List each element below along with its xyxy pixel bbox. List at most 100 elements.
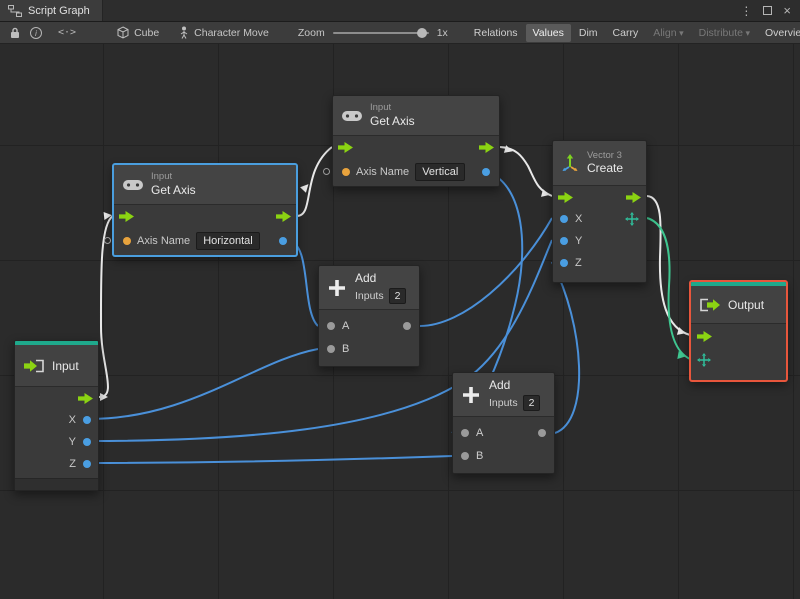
values-button[interactable]: Values <box>525 23 571 42</box>
carry-button[interactable]: Carry <box>606 24 646 42</box>
inputs-count-field[interactable]: 2 <box>388 288 407 304</box>
close-icon[interactable] <box>783 3 791 18</box>
lock-icon[interactable] <box>10 27 20 39</box>
graph-canvas[interactable]: Input Get Axis Axis Name Vertical Input … <box>0 44 800 599</box>
node-footer <box>15 478 98 490</box>
plus-icon <box>461 385 481 405</box>
distribute-dropdown[interactable]: Distribute <box>692 24 757 42</box>
gamepad-icon <box>342 110 362 122</box>
node-title: Add <box>355 271 377 285</box>
port-a-input[interactable] <box>327 321 335 330</box>
node-add-bottom[interactable]: Add Inputs 2 A B <box>452 372 555 474</box>
tab-script-graph[interactable]: Script Graph <box>0 0 103 21</box>
axis-name-label: Axis Name <box>137 235 191 247</box>
x-label: X <box>575 213 583 225</box>
wire-addtop-sum-to-vector3-x[interactable] <box>419 217 553 327</box>
axis-value-output-port[interactable] <box>482 168 490 176</box>
node-vector3-create[interactable]: Vector 3 Create X Y Z <box>552 140 647 283</box>
node-get-axis-horizontal[interactable]: Input Get Axis Axis Name Horizontal <box>104 164 297 256</box>
sum-output-port[interactable] <box>538 428 546 437</box>
control-in-port[interactable] <box>697 330 712 342</box>
maximize-icon[interactable] <box>763 6 773 15</box>
node-graph-output[interactable]: Output <box>690 281 787 381</box>
zoom-value: 1x <box>436 26 448 39</box>
port-b-input[interactable] <box>461 451 469 460</box>
plus-icon <box>327 278 347 298</box>
breadcrumb-object-button[interactable]: Cube <box>110 24 166 41</box>
node-title: Get Axis <box>370 113 415 128</box>
node-graph-input[interactable]: Input X Y Z <box>14 340 99 491</box>
gamepad-icon <box>123 179 143 191</box>
z-label: Z <box>575 257 582 269</box>
unconnected-port-ring <box>104 237 111 244</box>
node-title: Output <box>728 297 765 312</box>
control-in-port[interactable] <box>338 141 353 153</box>
axis-name-field[interactable]: Horizontal <box>196 232 260 250</box>
control-out-port[interactable] <box>78 392 93 404</box>
breadcrumb-object-label: Cube <box>134 26 160 39</box>
graph-output-icon <box>699 298 721 312</box>
zoom-label: Zoom <box>297 26 325 39</box>
x-output-port[interactable] <box>83 416 91 424</box>
x-label: X <box>68 414 76 426</box>
wire-inputx-to-addtop-b[interactable] <box>88 348 319 420</box>
zoom-slider[interactable] <box>332 27 429 38</box>
breadcrumb: Cube Character Move <box>110 24 276 41</box>
control-out-port[interactable] <box>626 191 641 203</box>
port-a-input[interactable] <box>461 428 469 437</box>
control-out-port[interactable] <box>479 141 494 153</box>
axis-name-input-port[interactable] <box>342 168 350 176</box>
overview-button[interactable]: Overview <box>758 24 800 42</box>
relations-button[interactable]: Relations <box>467 24 525 42</box>
y-output-port[interactable] <box>83 438 91 446</box>
script-graph-icon <box>8 4 22 17</box>
unconnected-port-ring <box>323 168 330 175</box>
y-label: Y <box>68 436 76 448</box>
graph-toolbar: Cube Character Move Zoom 1x Relations Va… <box>0 22 800 44</box>
node-category: Input <box>370 102 392 114</box>
character-icon <box>179 26 189 39</box>
node-title: Create <box>587 161 624 176</box>
align-dropdown[interactable]: Align <box>646 24 690 42</box>
control-out-port[interactable] <box>276 210 291 222</box>
axis-value-output-port[interactable] <box>279 237 287 245</box>
node-get-axis-vertical[interactable]: Input Get Axis Axis Name Vertical <box>323 95 500 187</box>
y-input-port[interactable] <box>560 237 568 245</box>
wire-vector3-to-output-value[interactable] <box>646 217 691 360</box>
port-b-input[interactable] <box>327 344 335 353</box>
graph-input-icon <box>23 359 45 373</box>
axis-name-input-port[interactable] <box>123 237 131 245</box>
z-label: Z <box>69 458 76 470</box>
wire-addbottom-sum-to-vector3-z[interactable] <box>551 261 581 434</box>
z-output-port[interactable] <box>83 460 91 468</box>
node-category: Vector 3 <box>587 149 622 161</box>
breadcrumb-graph-button[interactable]: Character Move <box>172 24 276 41</box>
tab-title: Script Graph <box>28 4 90 17</box>
node-title: Input <box>52 358 79 373</box>
control-in-port[interactable] <box>558 191 573 203</box>
inputs-count-field[interactable]: 2 <box>522 395 541 411</box>
node-add-top[interactable]: Add Inputs 2 A B <box>318 265 420 367</box>
vector3-input-port[interactable] <box>697 353 711 367</box>
axis-name-label: Axis Name <box>356 166 410 178</box>
sum-output-port[interactable] <box>403 321 411 330</box>
x-input-port[interactable] <box>560 215 568 223</box>
control-in-port[interactable] <box>119 210 134 222</box>
zoom-slider-handle[interactable] <box>416 27 427 38</box>
port-b-label: B <box>476 449 484 462</box>
port-b-label: B <box>342 342 350 355</box>
y-label: Y <box>575 235 583 247</box>
port-a-label: A <box>342 319 350 332</box>
z-input-port[interactable] <box>560 259 568 267</box>
wire-control-horizontal-to-vertical[interactable] <box>296 146 333 217</box>
dim-button[interactable]: Dim <box>572 24 605 42</box>
port-a-label: A <box>476 426 484 439</box>
window-tab-bar: Script Graph <box>0 0 800 22</box>
vector3-output-port[interactable] <box>625 212 639 226</box>
axis-name-field[interactable]: Vertical <box>415 163 466 181</box>
wire-inputz-to-addbottom-b[interactable] <box>88 455 453 464</box>
node-title: Add <box>489 378 511 392</box>
kebab-menu-icon[interactable] <box>740 4 752 18</box>
code-icon[interactable] <box>58 27 76 38</box>
info-icon[interactable] <box>30 26 42 39</box>
